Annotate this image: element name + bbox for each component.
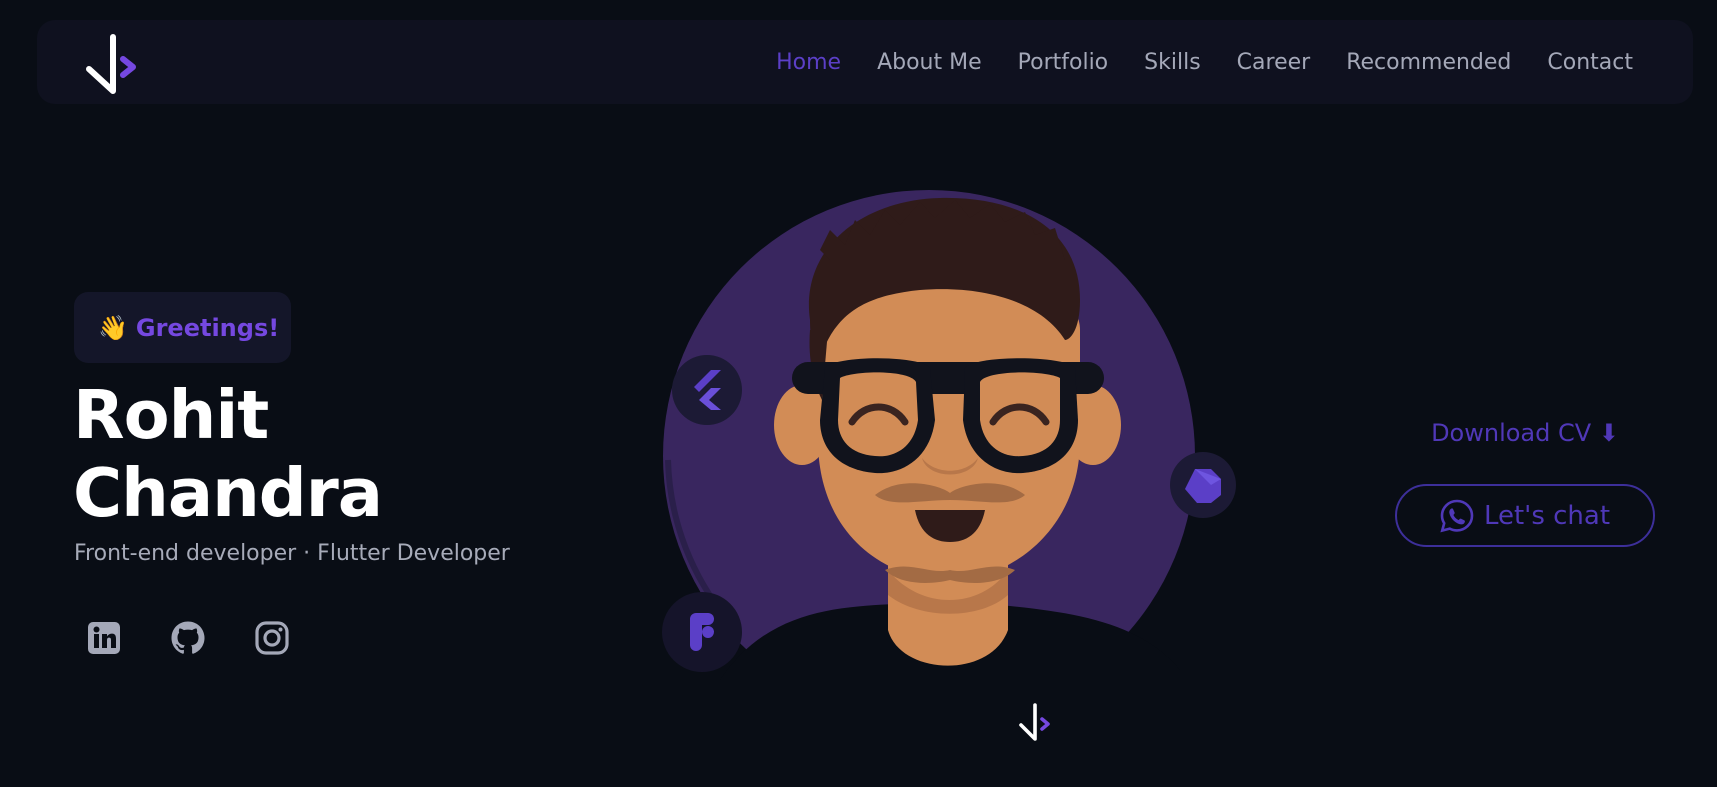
hero-name-first: Rohit (73, 376, 269, 454)
scroll-logo-icon[interactable] (1015, 703, 1053, 743)
instagram-icon[interactable] (254, 620, 290, 656)
whatsapp-icon (1440, 499, 1474, 532)
linkedin-icon[interactable] (86, 620, 122, 656)
greeting-badge: 👋 Greetings! (74, 292, 291, 363)
lets-chat-label: Let's chat (1483, 500, 1611, 531)
greeting-text: Greetings! (135, 313, 280, 342)
nav-link-about-me[interactable]: About Me (877, 50, 982, 75)
avatar-svg (663, 190, 1195, 680)
figma-bubble (662, 592, 742, 672)
download-cv-link[interactable]: Download CV ⬇ (1380, 419, 1670, 447)
dart-bubble (1170, 452, 1236, 518)
nav-link-portfolio[interactable]: Portfolio (1018, 50, 1109, 75)
nav-link-home[interactable]: Home (776, 50, 841, 75)
nav-links: Home About Me Portfolio Skills Career Re… (776, 20, 1633, 104)
nav-link-skills[interactable]: Skills (1144, 50, 1201, 75)
avatar-illustration (660, 190, 1236, 710)
nav-link-recommended[interactable]: Recommended (1346, 50, 1511, 75)
hero-name: Rohit Chandra (73, 376, 383, 532)
lets-chat-button[interactable]: Let's chat (1395, 484, 1655, 547)
dart-icon (1185, 469, 1221, 503)
flutter-bubble (672, 355, 742, 425)
figma-icon (690, 613, 714, 651)
nav-link-contact[interactable]: Contact (1547, 50, 1633, 75)
navbar: Home About Me Portfolio Skills Career Re… (37, 20, 1693, 104)
hero-name-last: Chandra (73, 454, 383, 532)
github-icon[interactable] (170, 620, 206, 656)
social-links (86, 620, 290, 656)
flutter-icon (694, 370, 721, 410)
nav-link-career[interactable]: Career (1237, 50, 1311, 75)
waving-hand-icon: 👋 (98, 313, 128, 342)
code-logo-icon[interactable] (81, 33, 141, 97)
hero-subtitle: Front-end developer · Flutter Developer (74, 541, 510, 566)
